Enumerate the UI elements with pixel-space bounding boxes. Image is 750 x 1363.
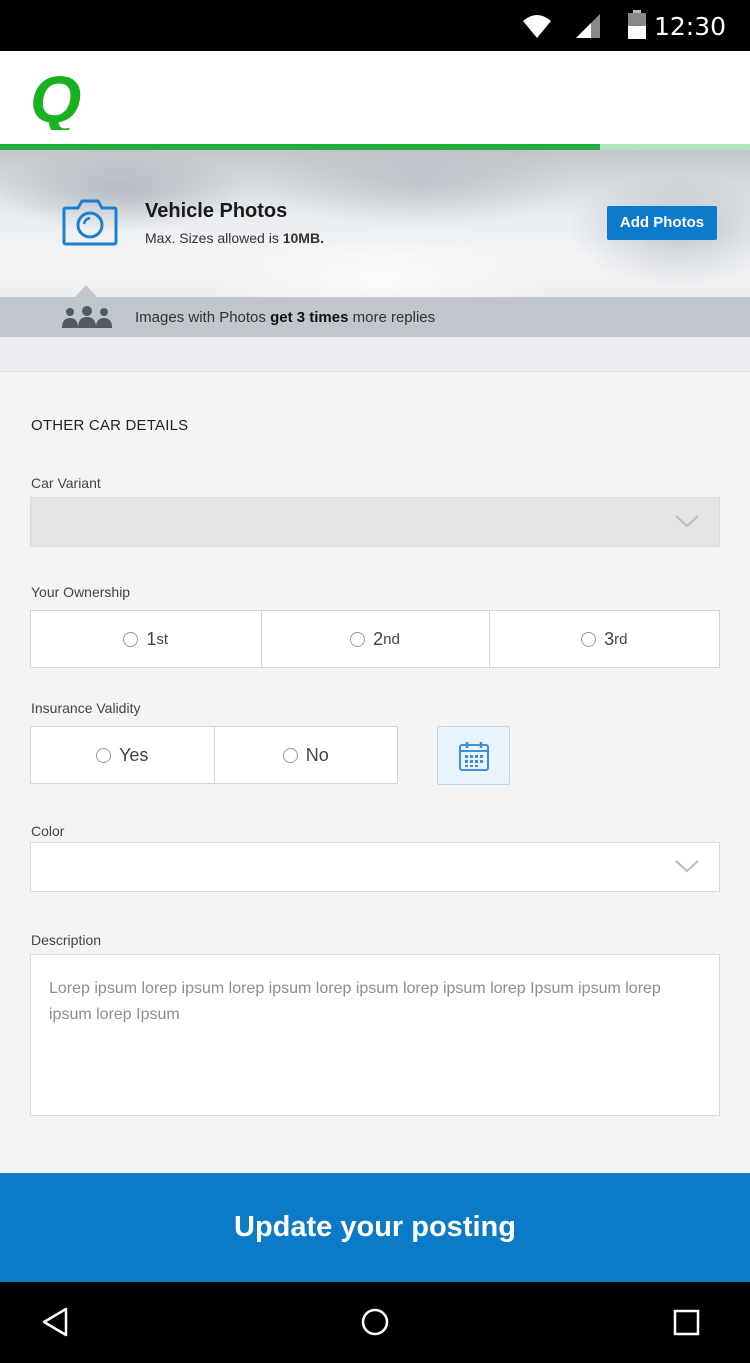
banner-title: Vehicle Photos (145, 200, 288, 222)
radio-icon (350, 631, 366, 647)
battery-icon (628, 10, 646, 39)
ownership-selector: 1st 2nd 3rd (30, 610, 720, 668)
status-bar: 12:30 (0, 0, 750, 51)
camera-icon (62, 199, 118, 246)
chevron-down-icon (675, 860, 699, 873)
update-posting-button[interactable]: Update your posting (0, 1173, 750, 1282)
description-textarea[interactable]: Lorep ipsum lorep ipsum lorep ipsum lore… (30, 954, 720, 1116)
car-variant-select[interactable] (30, 497, 720, 547)
insurance-label: Insurance Validity (31, 700, 141, 716)
clock: 12:30 (653, 12, 726, 41)
section-divider (0, 337, 750, 372)
app-header: Q (0, 51, 750, 146)
system-nav-bar (0, 1282, 750, 1363)
radio-icon (581, 631, 597, 647)
color-label: Color (31, 823, 65, 839)
insurance-selector: Yes No (30, 726, 398, 784)
back-icon[interactable] (40, 1306, 70, 1338)
chevron-down-icon (675, 515, 699, 528)
radio-icon (282, 747, 298, 763)
insurance-option-yes[interactable]: Yes (31, 727, 215, 783)
description-label: Description (31, 932, 102, 948)
photo-tip-text: Images with Photos get 3 times more repl… (135, 309, 436, 326)
people-icon (62, 306, 112, 328)
strip-pointer (75, 285, 97, 297)
ownership-option-2nd[interactable]: 2nd (262, 611, 490, 667)
svg-text:Q: Q (30, 68, 81, 130)
insurance-date-button[interactable] (437, 726, 510, 785)
banner-subtitle: Max. Sizes allowed is 10MB. (145, 230, 324, 246)
ownership-option-3rd[interactable]: 3rd (490, 611, 720, 667)
home-icon[interactable] (360, 1306, 390, 1338)
color-select[interactable] (30, 842, 720, 892)
radio-icon (123, 631, 139, 647)
photo-banner: Vehicle Photos Max. Sizes allowed is 10M… (0, 150, 750, 337)
section-title: OTHER CAR DETAILS (31, 417, 189, 434)
ownership-option-1st[interactable]: 1st (31, 611, 262, 667)
car-variant-label: Car Variant (31, 475, 101, 491)
signal-icon (576, 14, 600, 38)
add-photos-button[interactable]: Add Photos (607, 206, 717, 240)
recents-icon[interactable] (673, 1306, 701, 1338)
calendar-icon (459, 742, 489, 771)
insurance-option-no[interactable]: No (215, 727, 398, 783)
ownership-label: Your Ownership (31, 584, 131, 600)
radio-icon (96, 747, 112, 763)
app-logo[interactable]: Q (30, 68, 82, 130)
wifi-icon (523, 15, 551, 38)
